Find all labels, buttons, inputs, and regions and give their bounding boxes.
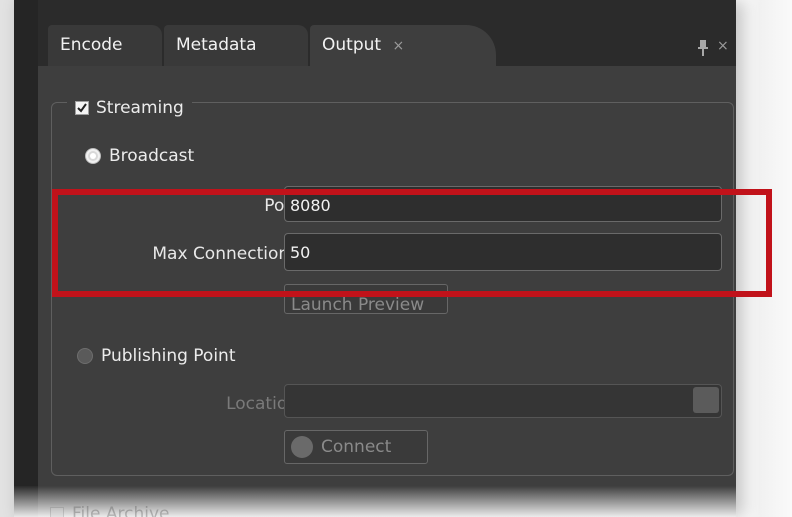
streaming-legend: Streaming [67, 94, 192, 122]
port-label: Port [264, 196, 298, 216]
file-archive-label: File Archive [72, 504, 170, 517]
broadcast-radio[interactable] [85, 148, 101, 164]
expression-encoder-window: Encode Metadata Output × × Streaming Bro… [14, 0, 736, 517]
tab-output-label: Output [322, 35, 382, 55]
tab-output[interactable]: Output × [310, 25, 496, 66]
streaming-checkbox[interactable] [75, 101, 89, 115]
file-archive-row[interactable]: File Archive [50, 504, 169, 517]
background-strip [0, 0, 14, 517]
location-browse-button[interactable] [693, 387, 719, 413]
streaming-label: Streaming [96, 98, 184, 118]
max-connections-label: Max Connections [152, 244, 298, 264]
tab-strip: Encode Metadata Output × × [38, 0, 736, 66]
file-archive-checkbox[interactable] [50, 507, 64, 517]
publishing-point-radio[interactable] [77, 348, 93, 364]
output-panel: Encode Metadata Output × × Streaming Bro… [38, 0, 736, 517]
location-label: Location [226, 394, 298, 414]
tab-metadata-label: Metadata [176, 35, 257, 55]
broadcast-radio-row[interactable]: Broadcast [85, 146, 194, 166]
launch-preview-button[interactable]: Launch Preview [284, 284, 448, 314]
pin-icon[interactable] [698, 40, 708, 56]
left-dark-bar [14, 0, 38, 517]
tab-encode-label: Encode [60, 35, 123, 55]
location-input[interactable] [284, 384, 722, 418]
publishing-point-label: Publishing Point [101, 346, 236, 366]
tab-close-icon[interactable]: × [392, 38, 404, 54]
port-input[interactable]: 8080 [284, 186, 722, 222]
screenshot: Encode Metadata Output × × Streaming Bro… [0, 0, 792, 517]
launch-preview-label: Launch Preview [291, 295, 425, 314]
broadcast-label: Broadcast [109, 146, 195, 166]
tab-encode[interactable]: Encode [48, 25, 162, 66]
connect-label: Connect [321, 437, 392, 457]
connect-button[interactable]: Connect [284, 430, 428, 464]
max-connections-input[interactable]: 50 [284, 233, 722, 271]
panel-close-icon[interactable]: × [717, 38, 729, 54]
connect-icon [291, 436, 313, 458]
publishing-point-radio-row[interactable]: Publishing Point [77, 346, 236, 366]
tab-metadata[interactable]: Metadata [164, 25, 308, 66]
output-content: Streaming Broadcast Port 8080 Max Connec… [38, 66, 736, 517]
checkmark-icon [77, 103, 87, 113]
